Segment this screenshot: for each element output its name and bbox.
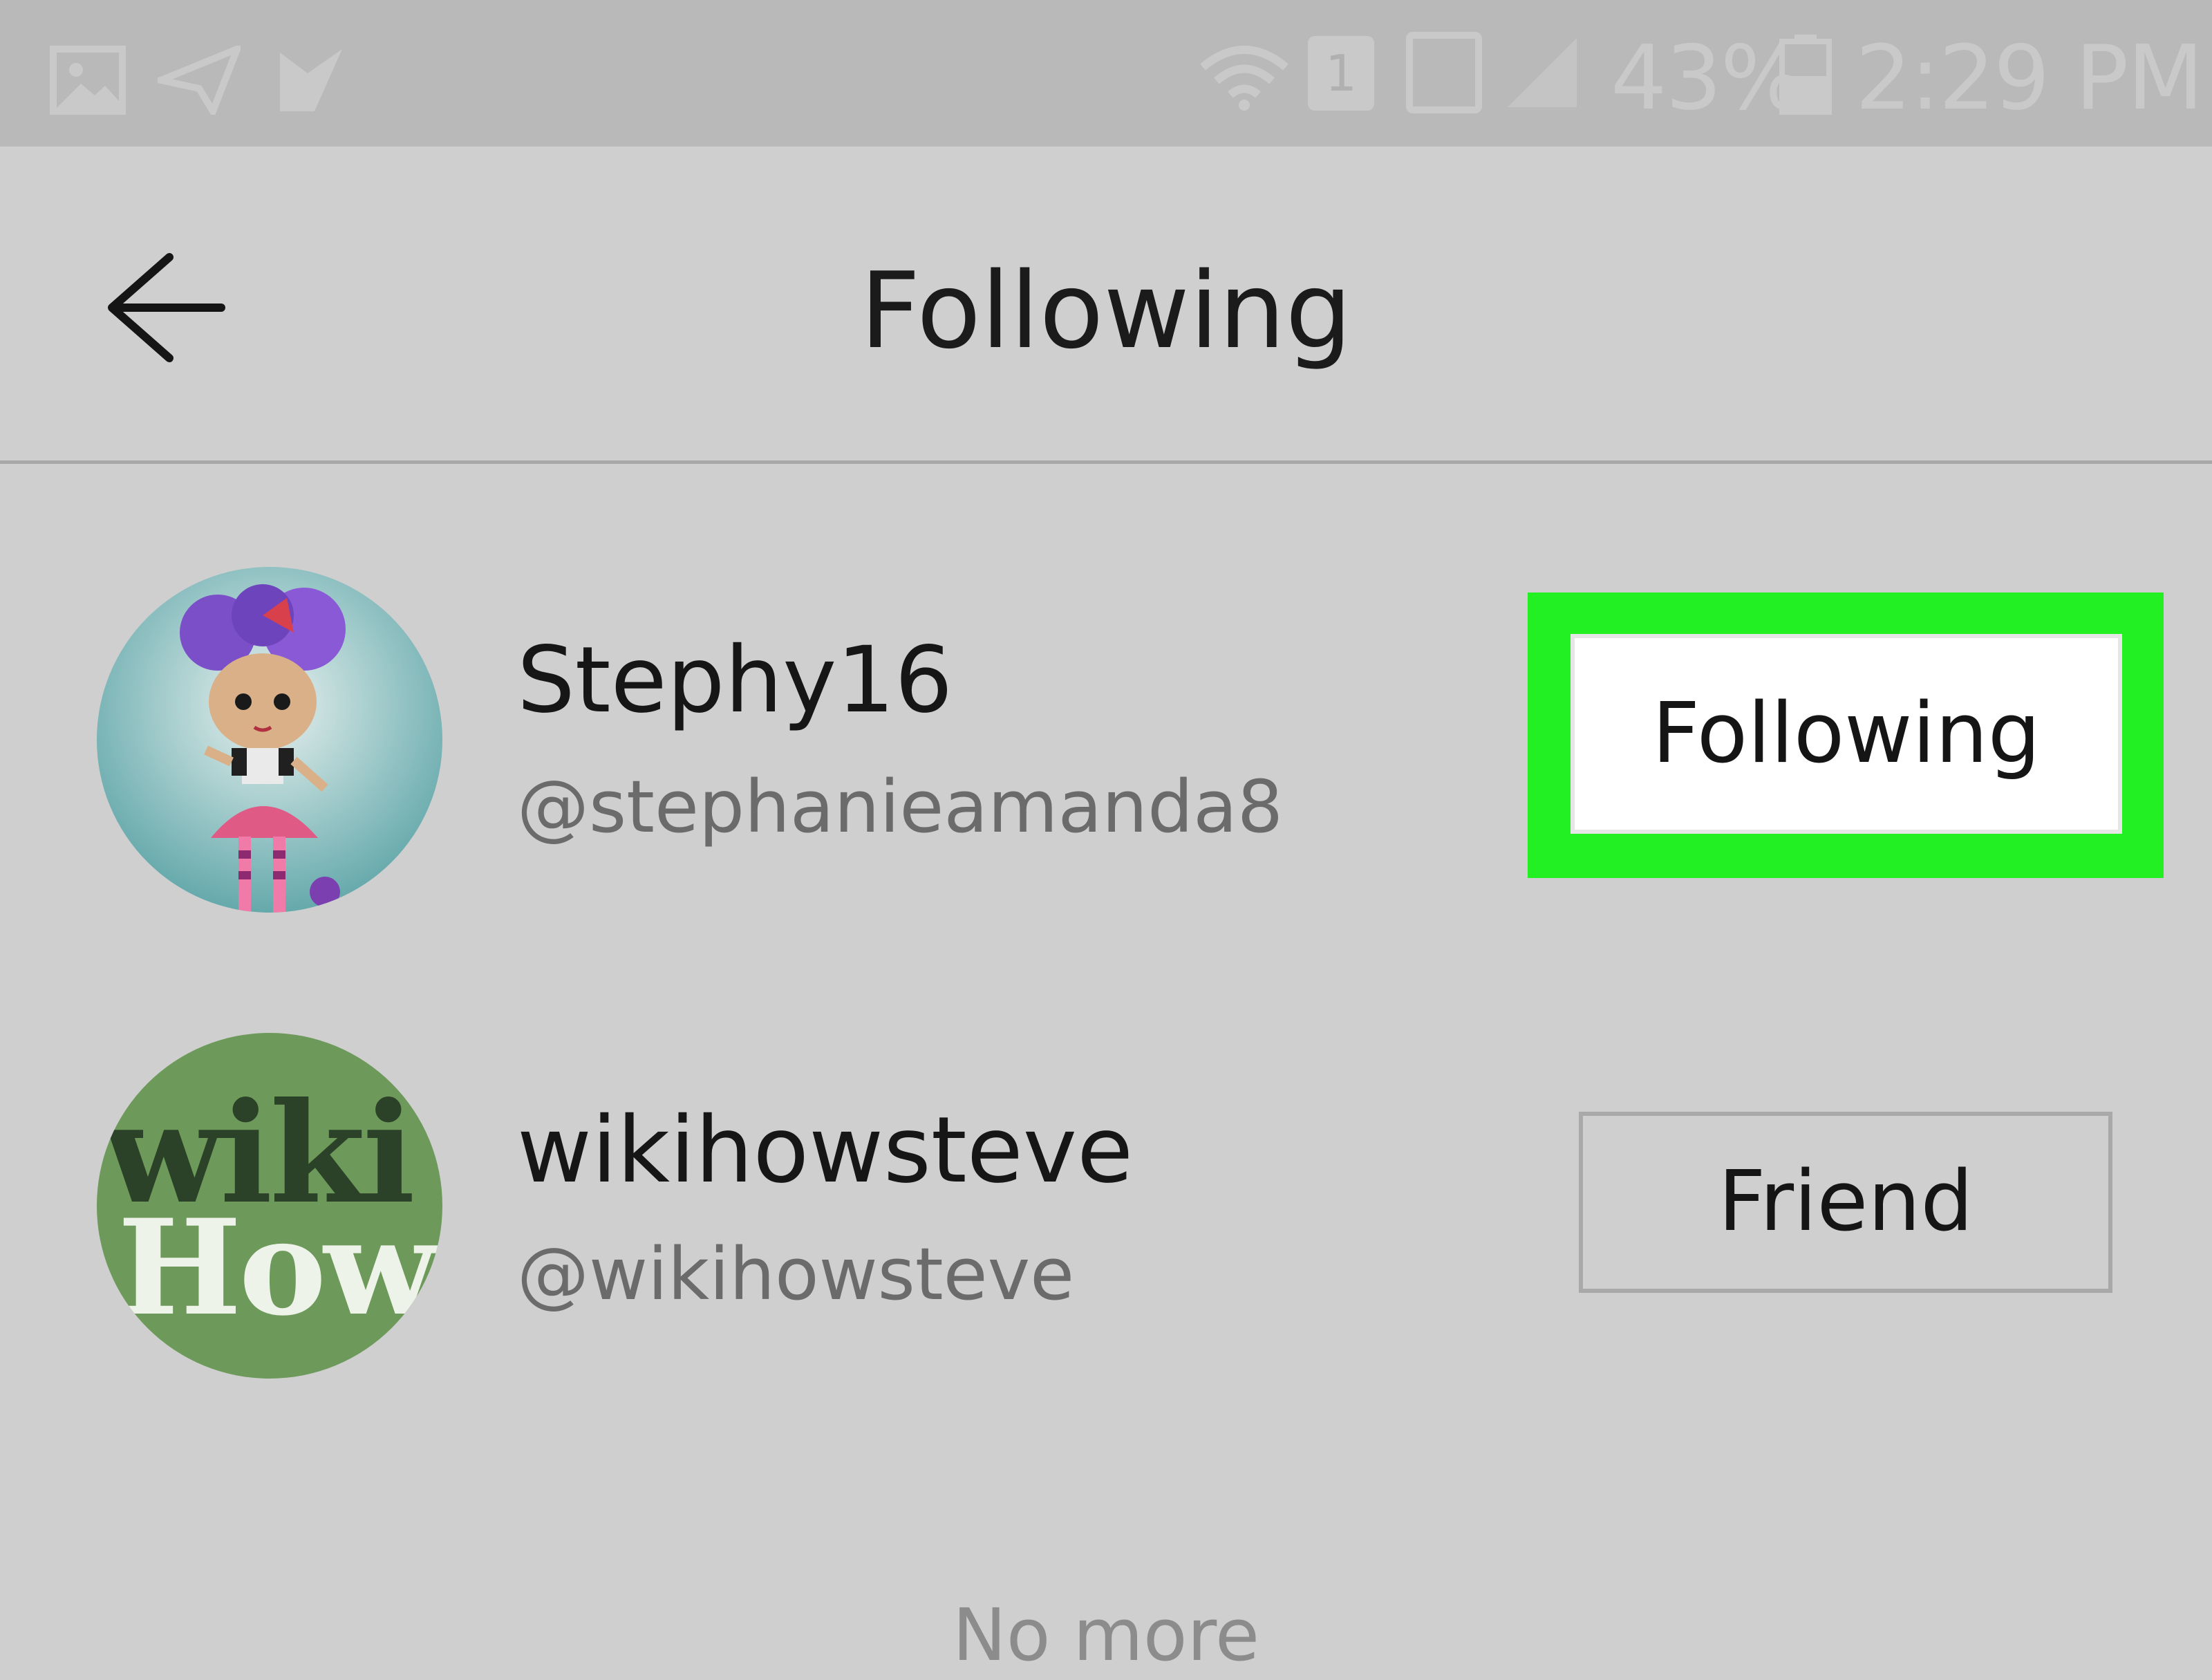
following-button[interactable]: Following: [1571, 634, 2122, 834]
battery-percent: 43%: [1611, 27, 1804, 130]
doll-avatar: [97, 567, 442, 913]
sim-icon: 1: [1308, 36, 1374, 111]
send-icon: [158, 46, 241, 115]
user-name: Stephy16: [517, 627, 953, 734]
friend-button[interactable]: Friend: [1579, 1112, 2112, 1293]
avatar[interactable]: [97, 567, 442, 913]
battery-icon: [1779, 35, 1832, 115]
avatar[interactable]: wiki How: [97, 1033, 442, 1379]
page-title: Following: [860, 250, 1352, 372]
nfc-icon: [1406, 32, 1482, 113]
wikihow-avatar: wiki How: [97, 1033, 442, 1379]
image-icon: [50, 46, 126, 115]
signal-icon: [1508, 38, 1577, 107]
header-divider: [0, 460, 2212, 464]
status-time: 2:29 PM: [1855, 27, 2204, 130]
no-more-label: No more: [953, 1593, 1259, 1677]
user-name: wikihowsteve: [517, 1097, 1134, 1204]
check-icon: [280, 49, 342, 111]
wifi-icon: [1200, 46, 1288, 111]
user-handle: @wikihowsteve: [517, 1232, 1075, 1316]
wikihow-how-text: How: [118, 1191, 437, 1345]
sim-slot-label: 1: [1325, 44, 1357, 102]
user-handle: @stephanieamanda8: [517, 765, 1283, 849]
status-bar: 1 43% 2:29 PM: [0, 0, 2212, 147]
